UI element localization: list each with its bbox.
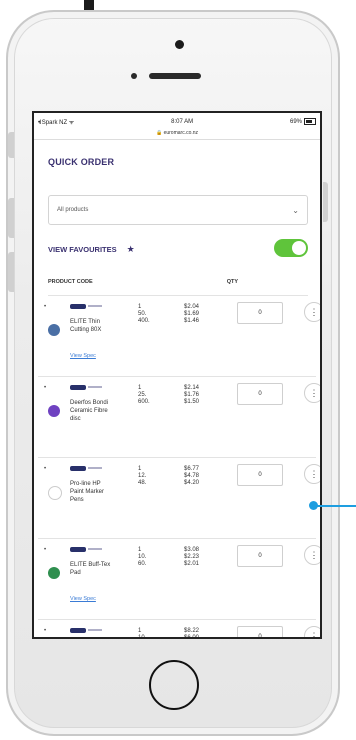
wifi-icon: ᯤ: [68, 119, 75, 126]
favourite-marker: •: [44, 304, 47, 310]
tier-prices: $2.14 $1.76 $1.50: [184, 385, 200, 405]
earpiece-speaker: [149, 73, 201, 79]
brand-logo: [70, 628, 86, 633]
brand-logo-text: [88, 548, 102, 550]
product-name: ELITE Thin Cutting 80X: [70, 319, 102, 333]
proximity-sensor: [131, 73, 137, 79]
tier-quantities: 1 25. 600.: [138, 385, 150, 405]
brand-logo: [70, 466, 86, 471]
favourite-marker: •: [44, 628, 47, 634]
power-button: [323, 182, 328, 222]
star-icon: ★: [126, 244, 135, 254]
clock: 8:07 AM: [171, 118, 194, 125]
tier-quantities: 1 50. 400.: [138, 304, 150, 324]
qty-input[interactable]: 0: [237, 302, 283, 324]
favourites-label: VIEW FAVOURITES: [48, 245, 117, 254]
product-row: • ELITE Buff-Tex Pad View Spec 1 10. 60. $3.…: [38, 539, 320, 620]
tier-quantities: 1 10: [138, 628, 145, 639]
more-options-button[interactable]: ⋮: [304, 464, 320, 484]
tier-quantities: 1 10. 60.: [138, 547, 147, 567]
product-name: Deerfos Bondi Ceramic Fibre disc: [70, 400, 109, 422]
volume-up-button: [8, 198, 14, 238]
column-product-code: PRODUCT CODE: [48, 279, 93, 285]
product-row: • Pro-line HP Paint Marker Pens 1 12. 48. $…: [38, 458, 320, 539]
mute-switch: [8, 132, 14, 158]
brand-logo-text: [88, 386, 102, 388]
table-header: PRODUCT CODE QTY: [48, 279, 308, 296]
favourites-toggle[interactable]: [274, 239, 308, 257]
front-camera: [175, 40, 184, 49]
product-name: ELITE Buff-Tex Pad: [70, 562, 111, 576]
product-filter-value: All products: [57, 207, 89, 213]
product-thumbnail: [48, 486, 62, 500]
more-options-button[interactable]: ⋮: [304, 302, 320, 322]
favourite-marker: •: [44, 547, 47, 553]
brand-logo-text: [88, 467, 102, 469]
product-thumbnail: [48, 567, 60, 579]
qty-input[interactable]: 0: [237, 545, 283, 567]
signal-icon: •ıl: [38, 119, 41, 126]
product-thumbnail: [48, 324, 60, 336]
home-button[interactable]: [149, 660, 199, 710]
view-spec-link[interactable]: View Spec: [70, 353, 96, 359]
product-row: • Deerfos Bondi Ceramic Fibre disc 1 25. 6…: [38, 377, 320, 458]
product-row: • ELITE Thin Cutting 80X View Spec 1 50. 40…: [38, 296, 320, 377]
status-bar: •ıl Spark NZ ᯤ 8:07 AM 69%: [34, 113, 320, 130]
column-qty: QTY: [226, 279, 238, 285]
url-bar[interactable]: 🔒 euromarc.co.nz: [34, 130, 320, 140]
chevron-down-icon: ⌄: [292, 205, 299, 215]
product-filter-select[interactable]: All products ⌄: [48, 195, 308, 225]
tier-quantities: 1 12. 48.: [138, 466, 147, 486]
product-thumbnail: [48, 405, 60, 417]
brand-logo: [70, 304, 86, 309]
qty-input[interactable]: 0: [237, 383, 283, 405]
url-text: euromarc.co.nz: [163, 130, 199, 136]
brand-logo: [70, 385, 86, 390]
product-list: • ELITE Thin Cutting 80X View Spec 1 50. 40…: [34, 296, 320, 639]
product-name: Pro-line HP Paint Marker Pens: [70, 481, 105, 503]
product-row: • 1 10 $8.22 $6.00 0 ⋮: [38, 620, 320, 639]
tier-prices: $8.22 $6.00: [184, 628, 200, 639]
brand-logo: [70, 547, 86, 552]
more-options-button[interactable]: ⋮: [304, 626, 320, 637]
favourites-row: VIEW FAVOURITES ★: [48, 239, 308, 257]
page-title: QUICK ORDER: [48, 157, 115, 167]
more-options-button[interactable]: ⋮: [304, 383, 320, 403]
brand-logo-text: [88, 629, 102, 631]
favourite-marker: •: [44, 385, 47, 391]
brand-logo-text: [88, 305, 102, 307]
qty-input[interactable]: 0: [237, 464, 283, 486]
annotation-line: [316, 505, 356, 507]
view-spec-link[interactable]: View Spec: [70, 596, 96, 602]
qty-input[interactable]: 0: [237, 626, 283, 637]
tier-prices: $2.04 $1.69 $1.46: [184, 304, 200, 324]
phone-screen: •ıl Spark NZ ᯤ 8:07 AM 69% 🔒 euromarc.co…: [32, 111, 322, 639]
battery-percent: 69%: [289, 119, 302, 126]
tier-prices: $3.08 $2.23 $2.01: [184, 547, 200, 567]
volume-down-button: [8, 252, 14, 292]
battery-icon: [304, 117, 316, 125]
favourite-marker: •: [44, 466, 47, 472]
tier-prices: $6.77 $4.78 $4.20: [184, 466, 200, 486]
more-options-button[interactable]: ⋮: [304, 545, 320, 565]
carrier-label: Spark NZ: [41, 119, 68, 126]
